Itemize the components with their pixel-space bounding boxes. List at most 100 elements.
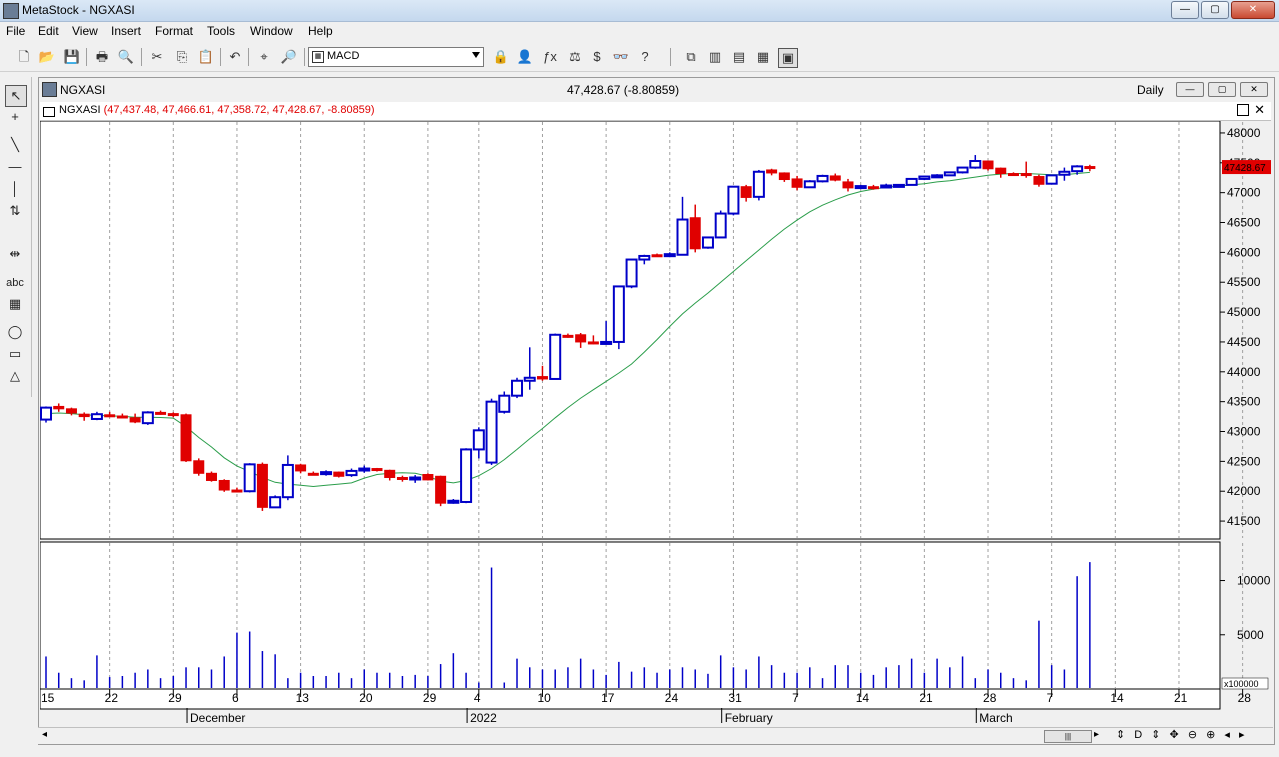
- minimize-button[interactable]: —: [1171, 1, 1199, 19]
- candle-body: [53, 405, 65, 410]
- menu-help[interactable]: Help: [308, 24, 333, 38]
- candle-body: [243, 463, 256, 493]
- menu-file[interactable]: File: [6, 24, 25, 38]
- split-tool-icon[interactable]: ⇅: [5, 201, 25, 221]
- chart-close-button[interactable]: ✕: [1240, 82, 1268, 97]
- vertical-line-tool-icon[interactable]: │: [5, 179, 25, 199]
- candle-body: [778, 172, 790, 181]
- candle-body: [803, 180, 816, 189]
- save-icon[interactable]: 💾: [63, 48, 81, 66]
- toolbar-separator: [304, 48, 305, 66]
- crosshair-icon[interactable]: ⌖: [255, 48, 273, 66]
- menu-insert[interactable]: Insert: [111, 24, 141, 38]
- help-pointer-icon[interactable]: ?: [636, 48, 654, 66]
- print-preview-icon[interactable]: 🔍: [117, 48, 135, 66]
- trendline-tool-icon[interactable]: ╲: [5, 135, 25, 155]
- candle-body: [1020, 173, 1032, 177]
- formula-icon[interactable]: ƒx: [541, 48, 559, 66]
- date-label: 28: [983, 691, 997, 705]
- scroll-thumb[interactable]: |||: [1044, 730, 1092, 743]
- cut-icon[interactable]: ✂: [148, 48, 166, 66]
- date-label: 17: [601, 691, 615, 705]
- open-icon[interactable]: 📂: [38, 48, 56, 66]
- dollar-icon[interactable]: $: [588, 48, 606, 66]
- copy-icon[interactable]: ⎘: [173, 48, 191, 66]
- menu-bar: File Edit View Insert Format Tools Windo…: [0, 22, 1279, 41]
- layout-vertical-icon[interactable]: ▥: [706, 48, 724, 66]
- maximize-button[interactable]: ▢: [1201, 1, 1229, 19]
- candle-body: [663, 253, 676, 258]
- paste-icon[interactable]: 📋: [197, 48, 215, 66]
- chart-minimize-button[interactable]: —: [1176, 82, 1204, 97]
- price-tick-label: 45500: [1227, 275, 1261, 289]
- price-tick-label: 41500: [1227, 514, 1261, 528]
- triangle-tool-icon[interactable]: △: [5, 366, 25, 386]
- scroll-right-icon[interactable]: ▸: [1094, 729, 1099, 740]
- text-tool-icon[interactable]: abc: [5, 273, 25, 293]
- new-icon[interactable]: 🗋: [15, 48, 33, 66]
- candle-body: [562, 334, 574, 338]
- menu-tools[interactable]: Tools: [207, 24, 235, 38]
- candle-body: [982, 160, 994, 170]
- horizontal-line-tool-icon[interactable]: —: [5, 157, 25, 177]
- status-bar: [0, 745, 1279, 757]
- price-tick-label: 42500: [1227, 454, 1261, 468]
- scroll-left-icon[interactable]: ◂: [42, 729, 47, 740]
- layout-grid-icon[interactable]: ▦: [754, 48, 772, 66]
- app-icon: [3, 3, 19, 19]
- candle-body: [791, 178, 803, 188]
- zoom-icon[interactable]: 🔎: [280, 48, 298, 66]
- rectangle-tool-icon[interactable]: ▭: [5, 344, 25, 364]
- candle-body: [587, 341, 599, 345]
- menu-window[interactable]: Window: [250, 24, 293, 38]
- candle-body: [612, 285, 625, 343]
- date-axis: [40, 688, 1221, 710]
- candle-body: [651, 254, 663, 258]
- date-label: 24: [665, 691, 679, 705]
- chart-scroll-bar[interactable]: ◂ ||| ▸ ⇕ D ⇕ ✥ ⊖ ⊕ ◂ ▸: [38, 727, 1273, 744]
- candle-body: [116, 415, 128, 419]
- candle-body: [536, 376, 548, 380]
- layout-horizontal-icon[interactable]: ▤: [730, 48, 748, 66]
- last-price-readout: 47,428.67 (-8.80859): [567, 83, 680, 97]
- candle-body: [740, 186, 752, 198]
- print-icon[interactable]: 🖶: [93, 48, 111, 66]
- candle-body: [498, 394, 511, 413]
- candle-body: [1084, 166, 1096, 170]
- wizard-icon[interactable]: 👤: [516, 48, 534, 66]
- candle-body: [485, 400, 498, 464]
- indicator-combo[interactable]: ▦ MACD: [308, 47, 484, 67]
- chevron-down-icon[interactable]: [472, 52, 480, 58]
- lock-icon[interactable]: 🔒: [492, 48, 510, 66]
- title-bar: MetaStock - NGXASI — ▢ ✕: [0, 0, 1279, 22]
- chart-zoom-controls[interactable]: ⇕ D ⇕ ✥ ⊖ ⊕ ◂ ▸: [1116, 728, 1247, 741]
- drawing-toolbar: ↖ + ╲ — │ ⇅ ⇹ abc ▦ ◯ ▭ △: [0, 77, 32, 397]
- date-label: 13: [296, 691, 310, 705]
- candle-body: [281, 463, 294, 499]
- date-label: 31: [728, 691, 742, 705]
- pointer-tool-icon[interactable]: ↖: [5, 85, 27, 107]
- candle-body: [600, 340, 613, 345]
- close-button[interactable]: ✕: [1231, 1, 1275, 19]
- chart-restore-button[interactable]: ▢: [1208, 82, 1236, 97]
- toolbar-separator: [670, 48, 671, 66]
- chart-plot-area[interactable]: 15 22 29 6 13 20 29 4 10 17 24 31 7 14 21 28 7 14 21 28 Dece…: [40, 121, 1271, 741]
- crosshair-tool-icon[interactable]: +: [5, 107, 25, 127]
- menu-edit[interactable]: Edit: [38, 24, 59, 38]
- candle-body: [218, 479, 230, 491]
- spacing-tool-icon[interactable]: ⇹: [5, 244, 25, 264]
- menu-view[interactable]: View: [72, 24, 98, 38]
- binoculars-icon[interactable]: 👓: [612, 48, 630, 66]
- candle-body: [371, 468, 383, 472]
- candle-body: [842, 181, 854, 189]
- inner-maximize-icon[interactable]: [1237, 104, 1249, 116]
- system-tester-icon[interactable]: ⚖: [566, 48, 584, 66]
- inner-close-icon[interactable]: ✕: [1254, 102, 1265, 118]
- grid-tool-icon[interactable]: ▦: [5, 294, 25, 314]
- menu-format[interactable]: Format: [155, 24, 193, 38]
- layout-cascade-icon[interactable]: ⧉: [682, 48, 700, 66]
- undo-icon[interactable]: ↶: [226, 48, 244, 66]
- layout-active-icon[interactable]: ▣: [778, 48, 798, 68]
- ellipse-tool-icon[interactable]: ◯: [5, 322, 25, 342]
- candle-body: [727, 185, 740, 215]
